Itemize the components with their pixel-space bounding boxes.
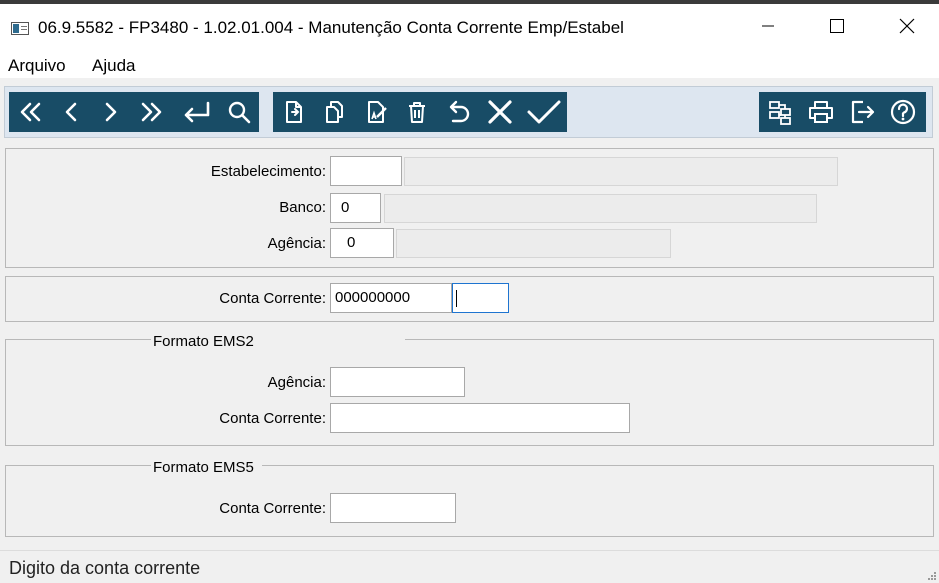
maximize-icon (830, 19, 844, 33)
copy-icon (326, 101, 343, 123)
banco-description (384, 194, 817, 223)
toolbar-navigation-group (9, 92, 259, 132)
first-icon (20, 102, 41, 122)
delete-icon (409, 102, 425, 123)
formato-ems5-title: Formato EMS5 (153, 459, 258, 476)
ems5-group-border-right (262, 465, 934, 466)
ems2-agencia-input[interactable] (330, 367, 465, 397)
navigate-tree-icon (769, 101, 791, 125)
edit-icon (368, 101, 387, 123)
close-button[interactable] (884, 4, 930, 48)
maximize-button[interactable] (814, 4, 860, 48)
formato-ems5-group (5, 465, 934, 537)
new-icon (286, 101, 302, 123)
toolbar-edit-group (273, 92, 567, 132)
search-icon (228, 101, 251, 124)
copy-button[interactable] (313, 92, 355, 132)
help-icon (890, 99, 916, 125)
exit-button[interactable] (841, 92, 883, 132)
delete-button[interactable] (397, 92, 437, 132)
new-button[interactable] (273, 92, 313, 132)
close-icon (899, 18, 915, 34)
ems5-conta-corrente-input[interactable] (330, 493, 456, 523)
estabelecimento-label: Estabelecimento: (210, 163, 326, 180)
goto-icon (184, 101, 210, 123)
menu-bar: Arquivo Ajuda (0, 48, 939, 78)
minimize-icon (762, 25, 774, 27)
undo-button[interactable] (437, 92, 479, 132)
status-text: Digito da conta corrente (9, 558, 201, 578)
previous-record-button[interactable] (51, 92, 91, 132)
conta-corrente-input[interactable]: 000000000 (330, 283, 452, 313)
goto-button[interactable] (173, 92, 219, 132)
app-icon (11, 22, 29, 35)
menu-arquivo[interactable]: Arquivo (8, 56, 66, 76)
ems2-agencia-label: Agência: (267, 374, 326, 391)
undo-icon (449, 100, 470, 123)
next-record-button[interactable] (91, 92, 131, 132)
banco-input[interactable]: 0 (330, 193, 381, 223)
formato-ems2-title: Formato EMS2 (153, 333, 258, 350)
toolbar-actions-group (759, 92, 926, 132)
exit-icon (851, 100, 875, 124)
conta-corrente-label: Conta Corrente: (219, 290, 326, 307)
title-bar: 06.9.5582 - FP3480 - 1.02.01.004 - Manut… (0, 4, 939, 48)
first-record-button[interactable] (9, 92, 51, 132)
estabelecimento-description (404, 157, 838, 186)
resize-grip-icon[interactable] (927, 571, 937, 581)
cancel-button[interactable] (479, 92, 521, 132)
previous-icon (65, 102, 77, 122)
estabelecimento-input[interactable] (330, 156, 402, 186)
text-cursor (456, 289, 457, 307)
ems5-group-border-left (5, 465, 151, 466)
window-title: 06.9.5582 - FP3480 - 1.02.01.004 - Manut… (38, 18, 624, 37)
confirm-button[interactable] (521, 92, 567, 132)
ems2-conta-corrente-label: Conta Corrente: (219, 410, 326, 427)
minimize-button[interactable] (745, 4, 791, 48)
ems5-conta-corrente-label: Conta Corrente: (219, 500, 326, 517)
search-button[interactable] (219, 92, 259, 132)
edit-button[interactable] (355, 92, 397, 132)
last-icon (141, 102, 162, 122)
ems2-conta-corrente-input[interactable] (330, 403, 630, 433)
help-button[interactable] (883, 92, 923, 132)
last-record-button[interactable] (131, 92, 173, 132)
confirm-icon (527, 100, 561, 124)
agencia-input[interactable]: 0 (330, 228, 394, 258)
next-icon (105, 102, 117, 122)
agencia-description (396, 229, 671, 258)
menu-ajuda[interactable]: Ajuda (92, 56, 135, 76)
print-icon (809, 101, 833, 123)
ems2-group-border-right (405, 339, 934, 340)
banco-label: Banco: (279, 199, 326, 216)
navigate-tree-button[interactable] (759, 92, 801, 132)
status-bar: Digito da conta corrente (0, 550, 939, 583)
cancel-icon (488, 100, 512, 124)
digito-conta-input[interactable] (452, 283, 509, 313)
print-button[interactable] (801, 92, 841, 132)
agencia-label: Agência: (267, 235, 326, 252)
ems2-group-border-left (5, 339, 151, 340)
